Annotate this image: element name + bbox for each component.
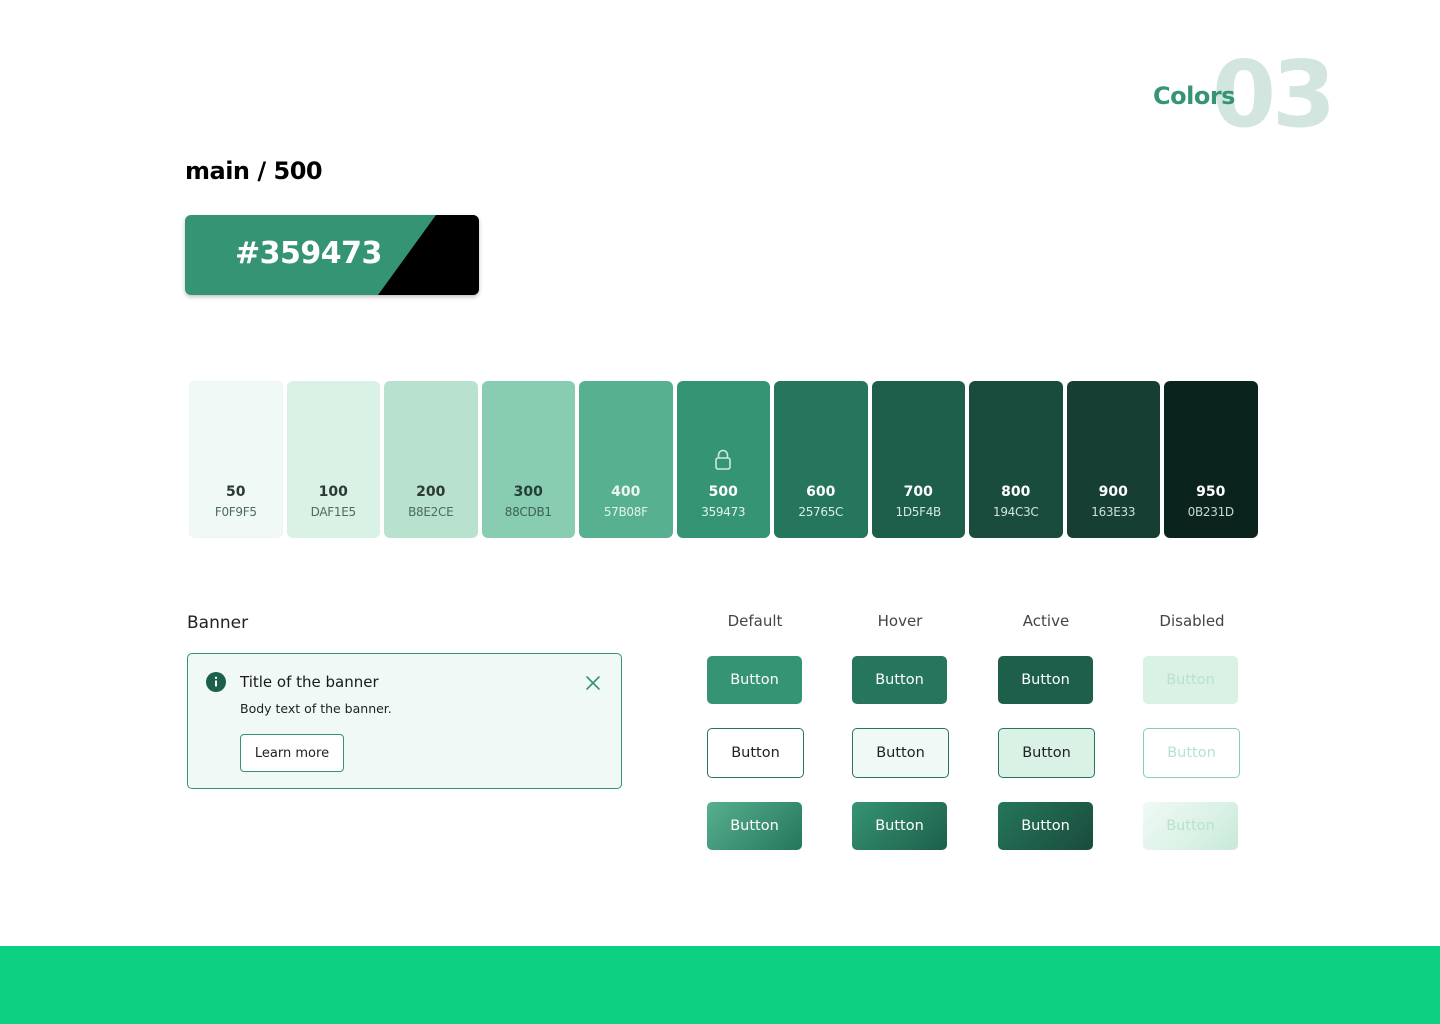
outline-button-disabled[interactable]: Button	[1143, 728, 1240, 778]
state-label-default: Default	[727, 612, 783, 630]
outline-button-active[interactable]: Button	[998, 728, 1095, 778]
close-icon[interactable]	[584, 674, 602, 692]
color-shade-600: 600 25765C	[774, 381, 868, 538]
color-shade-400: 400 57B08F	[579, 381, 673, 538]
outline-button-default[interactable]: Button	[707, 728, 804, 778]
shade-number: 900	[1098, 484, 1128, 500]
solid-button-disabled[interactable]: Button	[1143, 656, 1238, 704]
shade-hex-code: 359473	[701, 505, 746, 519]
shade-hex-code: DAF1E5	[310, 505, 357, 519]
shade-number: 200	[416, 484, 446, 500]
shade-number: 400	[611, 484, 641, 500]
color-scale: 50 F0F9F5 100 DAF1E5 200 B8E2CE 300 88CDB1 400 57…	[189, 381, 1258, 538]
solid-button-hover[interactable]: Button	[852, 656, 947, 704]
shade-hex-code: 163E33	[1091, 505, 1136, 519]
color-shade-300: 300 88CDB1	[481, 381, 575, 538]
gradient-button-hover[interactable]: Button	[852, 802, 947, 850]
color-shade-700: 700 1D5F4B	[871, 381, 965, 538]
color-shade-200: 200 B8E2CE	[384, 381, 478, 538]
learn-more-button[interactable]: Learn more	[240, 734, 344, 772]
solid-button-default[interactable]: Button	[707, 656, 802, 704]
main-color-swatch: #359473	[185, 215, 479, 295]
color-shade-950: 950 0B231D	[1164, 381, 1258, 538]
banner: Title of the banner Body text of the ban…	[187, 653, 622, 789]
shade-number: 100	[318, 484, 348, 500]
shade-number: 700	[903, 484, 933, 500]
shade-hex-code: 194C3C	[993, 505, 1039, 519]
shade-hex-code: 25765C	[798, 505, 844, 519]
main-color-title: main / 500	[185, 157, 323, 185]
gradient-button-default[interactable]: Button	[707, 802, 802, 850]
shade-number: 50	[226, 484, 246, 500]
main-color-hex: #359473	[235, 236, 382, 271]
shade-number: 800	[1001, 484, 1031, 500]
solid-button-active[interactable]: Button	[998, 656, 1093, 704]
shade-number: 300	[513, 484, 543, 500]
color-shade-800: 800 194C3C	[969, 381, 1063, 538]
shade-number: 600	[806, 484, 836, 500]
shade-hex-code: 0B231D	[1187, 505, 1235, 519]
gradient-button-disabled[interactable]: Button	[1143, 802, 1238, 850]
shade-number: 950	[1196, 484, 1226, 500]
gradient-button-active[interactable]: Button	[998, 802, 1093, 850]
info-icon	[206, 672, 226, 692]
state-label-hover: Hover	[877, 612, 923, 630]
state-label-disabled: Disabled	[1159, 612, 1225, 630]
outline-button-hover[interactable]: Button	[852, 728, 949, 778]
shade-hex-code: B8E2CE	[408, 505, 454, 519]
section-title: Colors	[1153, 82, 1235, 110]
shade-hex-code: 57B08F	[603, 505, 648, 519]
color-shade-900: 900 163E33	[1066, 381, 1160, 538]
banner-section-label: Banner	[187, 613, 249, 633]
shade-hex-code: F0F9F5	[214, 505, 257, 519]
color-shade-100: 100 DAF1E5	[286, 381, 380, 538]
section-header: 03 Colors	[1150, 49, 1336, 141]
banner-body: Body text of the banner.	[240, 701, 392, 716]
color-shade-50: 50 F0F9F5	[189, 381, 283, 538]
color-shade-500: 500 359473	[676, 381, 770, 538]
shade-number: 500	[708, 484, 738, 500]
banner-title: Title of the banner	[240, 673, 379, 691]
state-label-active: Active	[1022, 612, 1070, 630]
footer-bar	[0, 946, 1440, 1024]
shade-hex-code: 88CDB1	[504, 505, 552, 519]
lock-icon	[715, 449, 732, 470]
shade-hex-code: 1D5F4B	[895, 505, 942, 519]
